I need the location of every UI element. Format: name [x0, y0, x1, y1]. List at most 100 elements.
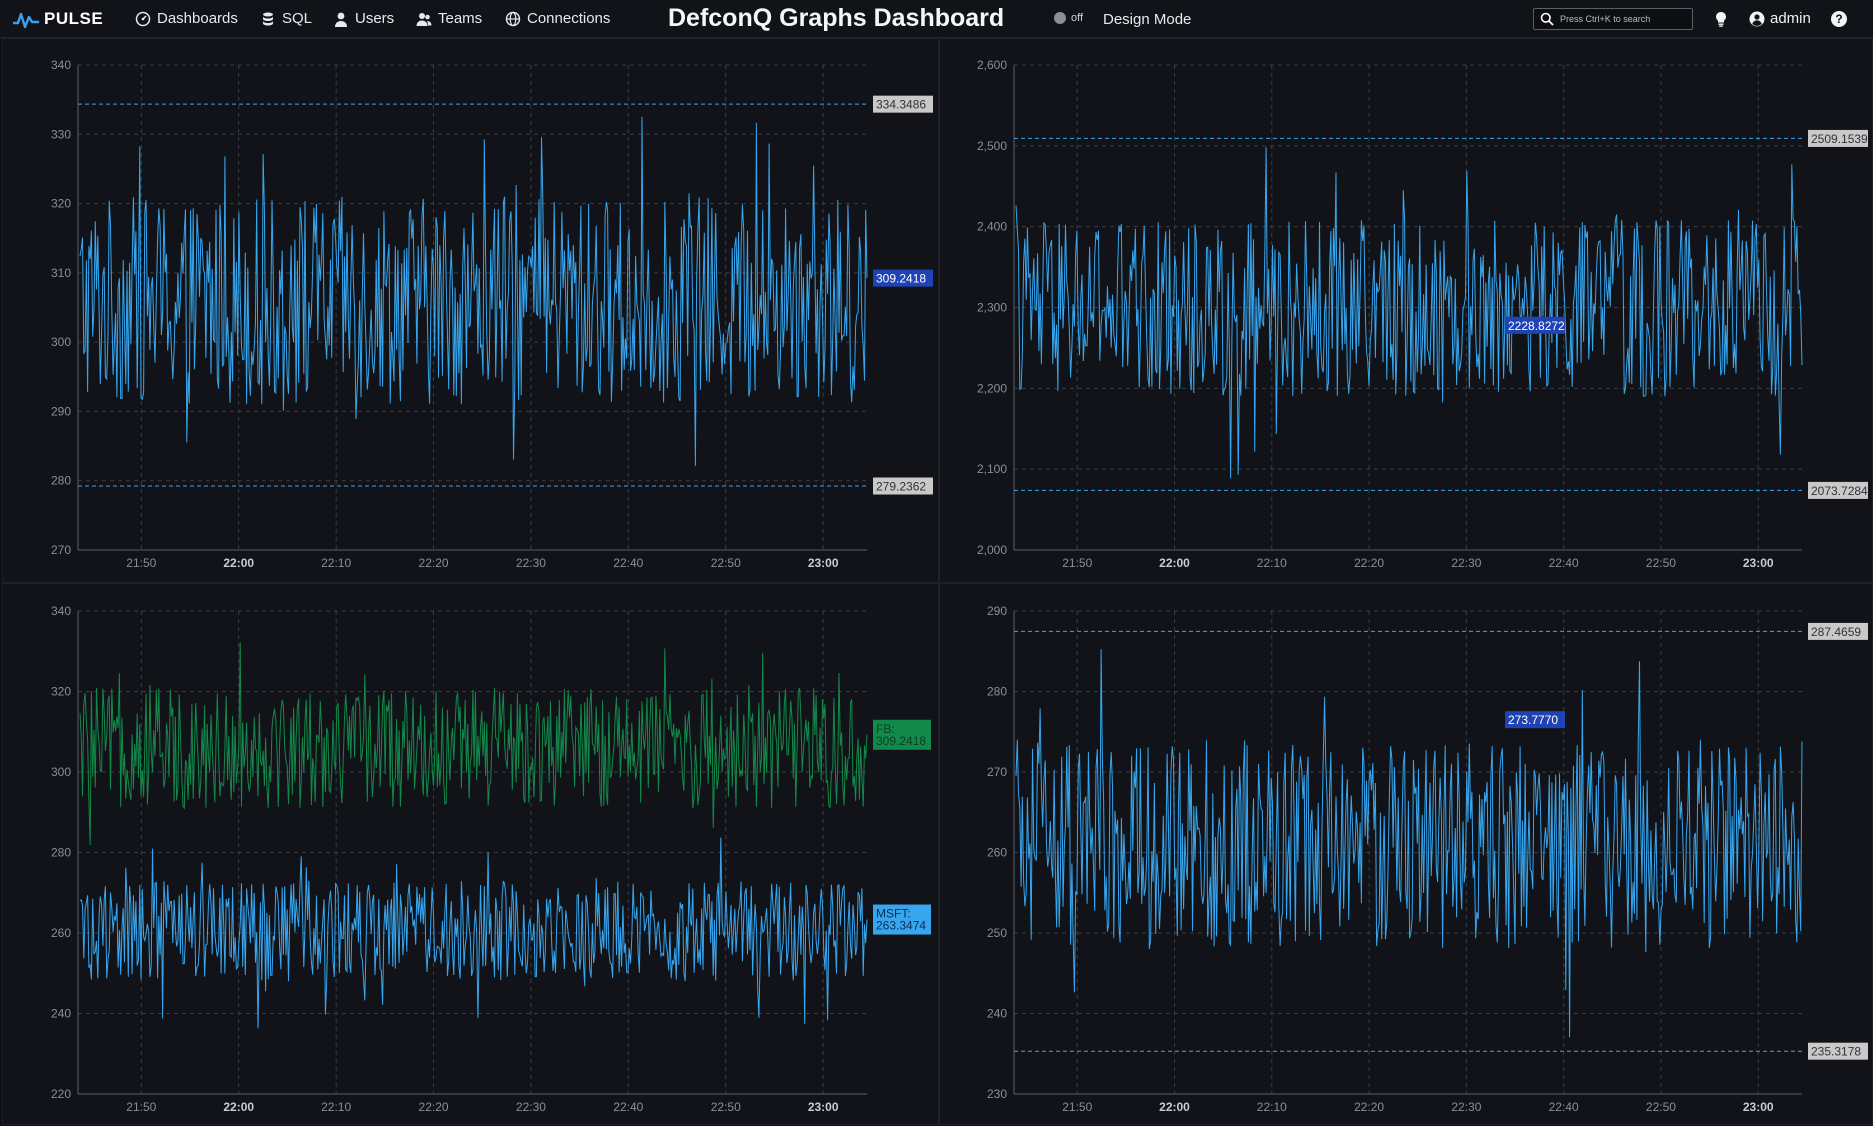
y-tick-label: 220 [51, 1087, 71, 1101]
y-tick-label: 260 [987, 846, 1007, 860]
y-tick-label: 300 [51, 765, 71, 779]
price-chart-top-right[interactable]: 2,600 2,500 2,400 2,300 2,200 2,100 2,000 21:50… [940, 39, 1873, 584]
user-name: admin [1770, 10, 1811, 27]
value-label: 309.2418 [873, 269, 933, 287]
nav-users[interactable]: Users [333, 10, 394, 27]
nav-dashboards-label: Dashboards [157, 10, 238, 27]
x-tick-label: 22:20 [419, 1100, 449, 1114]
nav-connections-label: Connections [527, 10, 611, 27]
comparison-chart-bottom-left[interactable]: 340 320 300 280 260 240 220 21:50 22:00 22:10 22:2… [3, 584, 940, 1126]
y-tick-label: 2,400 [977, 220, 1007, 234]
y-tick-label: 270 [987, 765, 1007, 779]
series-line [1015, 649, 1803, 1038]
user-icon [335, 12, 347, 27]
y-tick-label: 2,200 [977, 381, 1007, 395]
x-tick-label: 21:50 [126, 556, 156, 570]
x-tick-label: 21:50 [1062, 1100, 1092, 1114]
search-box[interactable] [1533, 8, 1693, 30]
globe-icon [505, 11, 521, 26]
y-tick-label: 310 [51, 266, 71, 280]
x-tick-label: 23:00 [1743, 1100, 1774, 1114]
value-label-text: 287.4659 [1811, 625, 1861, 639]
pulse-logo[interactable]: PULSE [12, 9, 103, 29]
value-label: 273.7770 [1505, 711, 1566, 729]
lightbulb-icon[interactable] [1712, 10, 1730, 28]
value-label-text: 309.2418 [876, 734, 926, 748]
chart-panel-top-right: 2,600 2,500 2,400 2,300 2,200 2,100 2,000 21:50… [939, 38, 1873, 583]
x-tick-label: 22:10 [321, 556, 351, 570]
y-tick-label: 270 [51, 543, 71, 557]
value-label: FB:309.2418 [873, 719, 931, 750]
nav-teams[interactable]: Teams [416, 10, 482, 27]
design-mode-toggle[interactable]: off [1054, 12, 1083, 24]
y-tick-label: 230 [987, 1087, 1007, 1101]
x-tick-label: 22:40 [1549, 1100, 1579, 1114]
x-tick-label: 22:30 [516, 1100, 546, 1114]
value-label-text: 2228.8272 [1508, 319, 1565, 333]
user-avatar-icon [1749, 11, 1765, 26]
y-tick-label: 340 [51, 604, 71, 618]
toggle-knob [1054, 12, 1066, 24]
x-tick-label: 22:00 [1159, 1100, 1190, 1114]
value-label: 279.2362 [873, 477, 933, 495]
y-tick-label: 240 [987, 1007, 1007, 1021]
database-icon [263, 12, 273, 25]
nav-dashboards[interactable]: Dashboards [135, 10, 238, 27]
x-tick-label: 22:30 [1451, 1100, 1481, 1114]
series-line [79, 116, 868, 467]
value-label-text: 309.2418 [876, 272, 926, 286]
user-menu[interactable]: admin [1749, 10, 1811, 27]
value-label-text: 273.7770 [1508, 713, 1558, 727]
y-tick-label: 280 [51, 846, 71, 860]
nav-connections[interactable]: Connections [505, 10, 610, 27]
x-tick-label: 21:50 [1062, 556, 1092, 570]
value-label-text: 235.3178 [1811, 1045, 1861, 1059]
x-tick-label: 23:00 [808, 1100, 839, 1114]
y-tick-label: 2,600 [977, 58, 1007, 72]
x-tick-label: 23:00 [808, 556, 839, 570]
value-label: 2509.1539 [1808, 129, 1868, 147]
value-label-text: 2509.1539 [1811, 132, 1868, 146]
y-tick-label: 340 [51, 58, 71, 72]
x-tick-label: 22:30 [516, 556, 546, 570]
x-tick-label: 22:40 [1549, 556, 1579, 570]
y-tick-label: 300 [51, 335, 71, 349]
price-chart-top-left[interactable]: 340 330 320 310 300 290 280 270 21:50 22:00 22:10 2… [3, 39, 940, 584]
search-icon [1540, 12, 1554, 26]
y-tick-label: 2,000 [977, 543, 1007, 557]
x-tick-label: 22:10 [321, 1100, 351, 1114]
svg-text:?: ? [1835, 12, 1842, 26]
series-line [1015, 147, 1803, 479]
y-tick-label: 320 [51, 197, 71, 211]
x-tick-label: 22:50 [711, 556, 741, 570]
pulse-logo-icon [13, 12, 39, 29]
y-tick-label: 240 [51, 1007, 71, 1021]
nav-sql-label: SQL [282, 10, 313, 27]
value-label: 287.4659 [1808, 622, 1868, 640]
value-label: 2073.7284 [1808, 481, 1868, 499]
logo-text: PULSE [44, 9, 104, 28]
x-tick-label: 22:30 [1451, 556, 1481, 570]
y-tick-label: 280 [51, 474, 71, 488]
x-tick-label: 22:40 [613, 1100, 643, 1114]
teams-icon [416, 12, 432, 26]
nav-sql[interactable]: SQL [260, 10, 312, 27]
y-tick-label: 2,500 [977, 139, 1007, 153]
y-tick-label: 280 [987, 685, 1007, 699]
value-label-text: 263.3474 [876, 919, 926, 933]
nav-users-label: Users [355, 10, 395, 27]
x-tick-label: 22:20 [1354, 556, 1384, 570]
toggle-state-label: off [1071, 12, 1084, 24]
x-tick-label: 22:00 [223, 556, 254, 570]
value-label-text: 279.2362 [876, 480, 926, 494]
y-tick-label: 260 [51, 926, 71, 940]
dashboard-title: DefconQ Graphs Dashboard [668, 4, 1005, 32]
x-tick-label: 22:20 [1354, 1100, 1384, 1114]
search-input[interactable] [1560, 14, 1690, 24]
y-tick-label: 320 [51, 685, 71, 699]
price-chart-bottom-right[interactable]: 290 280 270 260 250 240 230 21:50 22:00 22:10 22:2… [940, 584, 1873, 1126]
y-tick-label: 2,100 [977, 462, 1007, 476]
y-tick-label: 290 [987, 604, 1007, 618]
help-icon[interactable]: ? [1830, 10, 1848, 28]
dashboard-icon [135, 11, 151, 26]
